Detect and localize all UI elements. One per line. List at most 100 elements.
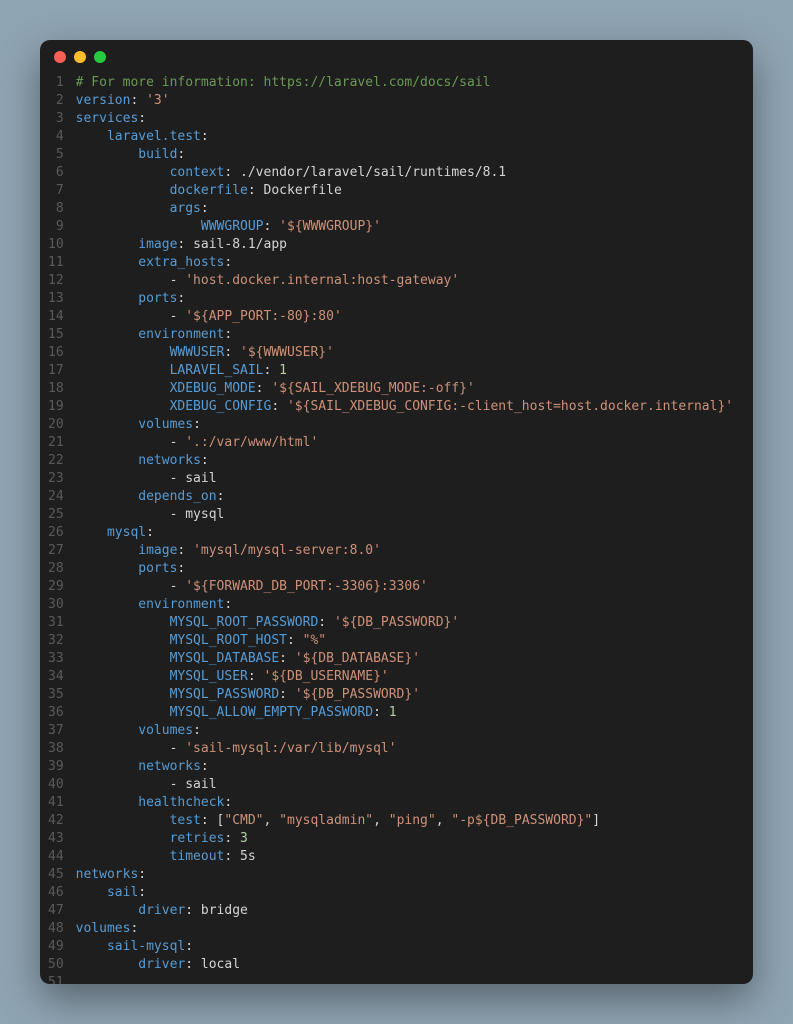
code-line[interactable]: WWWUSER: '${WWWUSER}': [76, 344, 733, 362]
code-token: bridge: [201, 903, 248, 918]
code-token: '${DB_PASSWORD}': [295, 687, 420, 702]
code-token: :: [138, 111, 146, 126]
code-token: extra_hosts: [138, 255, 224, 270]
code-line[interactable]: - '${APP_PORT:-80}:80': [76, 308, 733, 326]
code-token: ]: [592, 813, 600, 828]
code-line[interactable]: MYSQL_USER: '${DB_USERNAME}': [76, 668, 733, 686]
code-token: [76, 561, 139, 576]
code-line[interactable]: healthcheck:: [76, 794, 733, 812]
code-token: args: [170, 201, 201, 216]
code-line[interactable]: environment:: [76, 596, 733, 614]
code-line[interactable]: build:: [76, 146, 733, 164]
code-token: [76, 759, 139, 774]
code-token: sail-8.1/app: [193, 237, 287, 252]
code-token: 1: [279, 363, 287, 378]
code-token: :: [185, 957, 201, 972]
code-token: 5s: [240, 849, 256, 864]
code-line[interactable]: image: sail-8.1/app: [76, 236, 733, 254]
code-line[interactable]: dockerfile: Dockerfile: [76, 182, 733, 200]
code-line[interactable]: version: '3': [76, 92, 733, 110]
code-line[interactable]: networks:: [76, 452, 733, 470]
code-line[interactable]: driver: bridge: [76, 902, 733, 920]
code-line[interactable]: volumes:: [76, 416, 733, 434]
code-token: ./vendor/laravel/sail/runtimes/8.1: [240, 165, 506, 180]
code-line[interactable]: context: ./vendor/laravel/sail/runtimes/…: [76, 164, 733, 182]
code-token: [76, 813, 170, 828]
code-token: [76, 327, 139, 342]
code-line[interactable]: depends_on:: [76, 488, 733, 506]
code-line[interactable]: - '.:/var/www/html': [76, 434, 733, 452]
code-line[interactable]: services:: [76, 110, 733, 128]
code-token: 1: [389, 705, 397, 720]
code-line[interactable]: mysql:: [76, 524, 733, 542]
code-line[interactable]: LARAVEL_SAIL: 1: [76, 362, 733, 380]
code-line[interactable]: image: 'mysql/mysql-server:8.0': [76, 542, 733, 560]
minimize-icon[interactable]: [74, 51, 86, 63]
code-line[interactable]: networks:: [76, 866, 733, 884]
code-token: -: [76, 435, 186, 450]
code-line[interactable]: - mysql: [76, 506, 733, 524]
code-line[interactable]: laravel.test:: [76, 128, 733, 146]
code-token: :: [248, 183, 264, 198]
code-token: [76, 183, 170, 198]
code-line[interactable]: - sail: [76, 470, 733, 488]
code-line[interactable]: - sail: [76, 776, 733, 794]
code-token: [76, 201, 170, 216]
code-token: [76, 237, 139, 252]
code-line[interactable]: networks:: [76, 758, 733, 776]
code-token: healthcheck: [138, 795, 224, 810]
code-token: :: [264, 219, 280, 234]
code-token: '${SAIL_XDEBUG_CONFIG:-client_host=host.…: [287, 399, 733, 414]
close-icon[interactable]: [54, 51, 66, 63]
code-content[interactable]: # For more information: https://laravel.…: [76, 74, 733, 974]
code-line[interactable]: MYSQL_DATABASE: '${DB_DATABASE}': [76, 650, 733, 668]
code-token: services: [76, 111, 139, 126]
code-line[interactable]: XDEBUG_MODE: '${SAIL_XDEBUG_MODE:-off}': [76, 380, 733, 398]
code-line[interactable]: test: ["CMD", "mysqladmin", "ping", "-p$…: [76, 812, 733, 830]
code-token: [76, 453, 139, 468]
code-line[interactable]: ports:: [76, 560, 733, 578]
code-token: :: [130, 921, 138, 936]
code-token: timeout: [170, 849, 225, 864]
code-token: MYSQL_ROOT_PASSWORD: [170, 615, 319, 630]
code-line[interactable]: # For more information: https://laravel.…: [76, 74, 733, 92]
code-token: [76, 723, 139, 738]
code-line[interactable]: volumes:: [76, 920, 733, 938]
code-token: :: [177, 291, 185, 306]
code-line[interactable]: sail-mysql:: [76, 938, 733, 956]
code-line[interactable]: MYSQL_PASSWORD: '${DB_PASSWORD}': [76, 686, 733, 704]
code-line[interactable]: args:: [76, 200, 733, 218]
code-token: WWWGROUP: [201, 219, 264, 234]
code-line[interactable]: ports:: [76, 290, 733, 308]
code-line[interactable]: environment:: [76, 326, 733, 344]
code-line[interactable]: MYSQL_ALLOW_EMPTY_PASSWORD: 1: [76, 704, 733, 722]
code-token: -: [76, 273, 186, 288]
code-token: :: [138, 867, 146, 882]
code-line[interactable]: - 'sail-mysql:/var/lib/mysql': [76, 740, 733, 758]
code-token: [76, 903, 139, 918]
code-token: MYSQL_ALLOW_EMPTY_PASSWORD: [170, 705, 374, 720]
code-token: :: [256, 381, 272, 396]
code-line[interactable]: WWWGROUP: '${WWWGROUP}': [76, 218, 733, 236]
code-token: [76, 687, 170, 702]
code-token: -: [76, 741, 186, 756]
code-line[interactable]: - 'host.docker.internal:host-gateway': [76, 272, 733, 290]
code-line[interactable]: timeout: 5s: [76, 848, 733, 866]
code-line[interactable]: extra_hosts:: [76, 254, 733, 272]
code-token: driver: [138, 957, 185, 972]
code-line[interactable]: MYSQL_ROOT_PASSWORD: '${DB_PASSWORD}': [76, 614, 733, 632]
code-token: ,: [373, 813, 389, 828]
code-line[interactable]: sail:: [76, 884, 733, 902]
code-line[interactable]: driver: local: [76, 956, 733, 974]
code-line[interactable]: XDEBUG_CONFIG: '${SAIL_XDEBUG_CONFIG:-cl…: [76, 398, 733, 416]
zoom-icon[interactable]: [94, 51, 106, 63]
code-token: sail: [107, 885, 138, 900]
code-token: :: [224, 327, 232, 342]
code-token: :: [224, 597, 232, 612]
code-area[interactable]: 1 2 3 4 5 6 7 8 9 10 11 12 13 14 15 16 1…: [40, 74, 753, 984]
code-line[interactable]: volumes:: [76, 722, 733, 740]
code-line[interactable]: MYSQL_ROOT_HOST: "%": [76, 632, 733, 650]
code-token: :: [279, 651, 295, 666]
code-line[interactable]: - '${FORWARD_DB_PORT:-3306}:3306': [76, 578, 733, 596]
code-line[interactable]: retries: 3: [76, 830, 733, 848]
